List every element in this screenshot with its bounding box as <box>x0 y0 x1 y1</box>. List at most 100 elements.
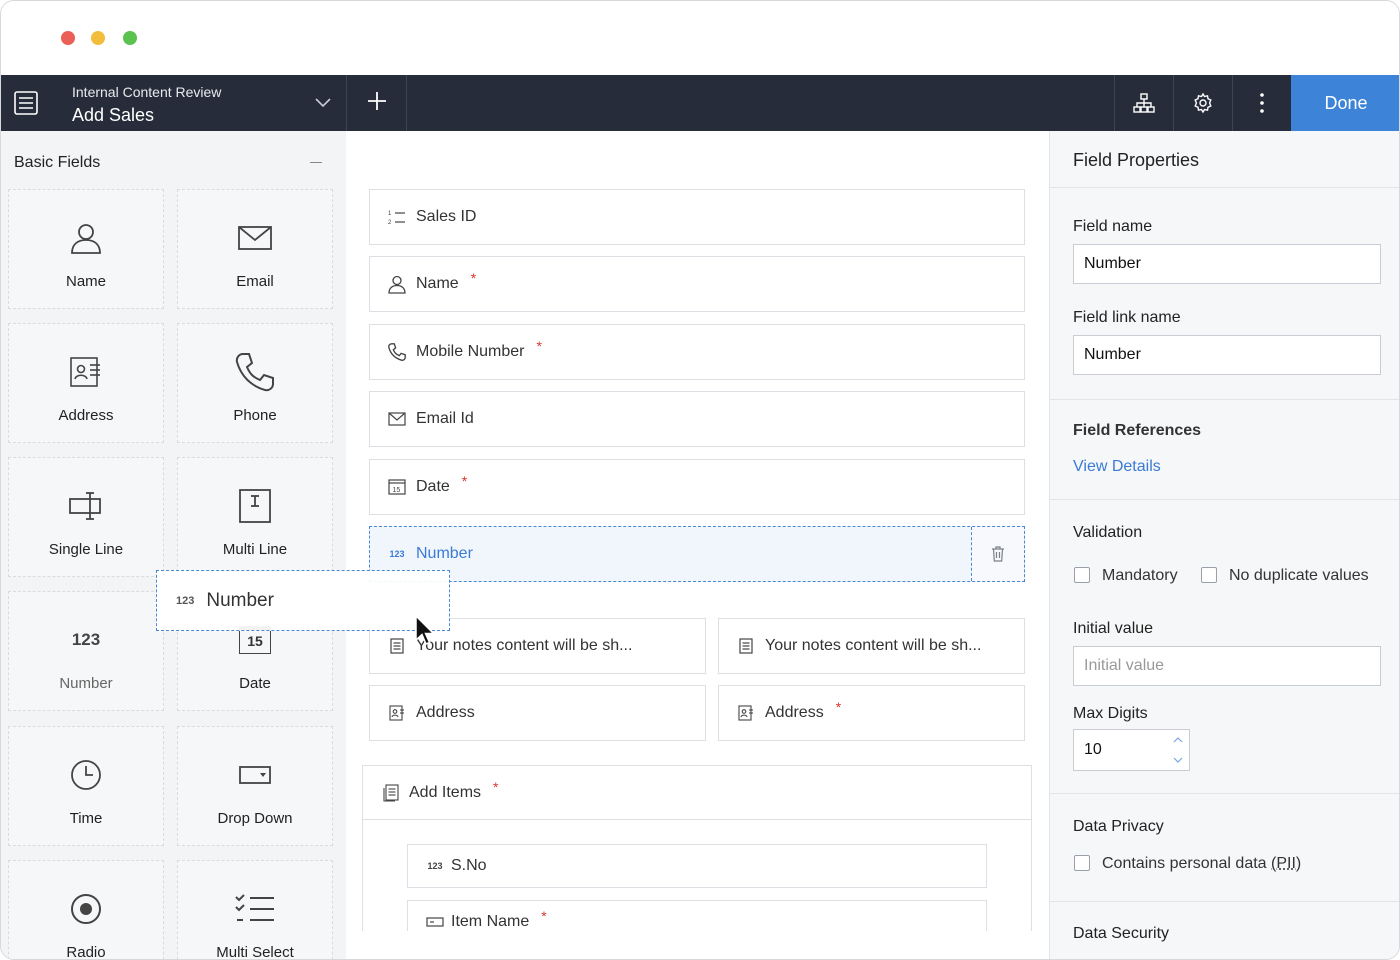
tile-address[interactable]: Address <box>8 323 164 443</box>
number-icon-text: 123 <box>427 861 443 871</box>
field-address-2[interactable]: Address * <box>718 685 1025 741</box>
data-security-label: Data Security <box>1073 925 1170 942</box>
tile-email[interactable]: Email <box>177 189 333 309</box>
svg-text:1: 1 <box>388 211 392 217</box>
field-link-name-input[interactable] <box>1073 335 1381 375</box>
mandatory-checkbox[interactable] <box>1074 567 1090 583</box>
chevron-down-icon[interactable] <box>314 93 332 111</box>
pii-label-text: Contains personal data <box>1102 855 1267 872</box>
no-duplicate-checkbox[interactable] <box>1201 567 1217 583</box>
number-icon-text: 123 <box>71 630 101 649</box>
field-mobile-number[interactable]: Mobile Number * <box>369 324 1025 380</box>
tile-multi-select[interactable]: Multi Select <box>177 860 333 959</box>
view-details-link[interactable]: View Details <box>1073 458 1161 476</box>
max-digits-stepper[interactable] <box>1073 729 1190 771</box>
toolbar-divider <box>346 75 347 131</box>
delete-field-button[interactable] <box>971 527 1024 581</box>
drag-ghost-number[interactable]: 123 Number <box>156 570 450 631</box>
required-marker: * <box>541 908 547 924</box>
clock-icon <box>9 755 163 795</box>
max-digits-label: Max Digits <box>1073 705 1148 722</box>
add-icon[interactable] <box>365 89 389 113</box>
trash-icon <box>992 546 1004 562</box>
chevron-up-icon[interactable] <box>1173 735 1183 745</box>
maximize-window-button[interactable] <box>123 31 137 45</box>
field-label: Item Name <box>451 913 530 930</box>
pii-abbr: (PII) <box>1271 855 1302 872</box>
list-numbered-icon: 12 <box>387 207 407 227</box>
top-toolbar: Internal Content Review Add Sales Done <box>1 75 1399 131</box>
subform-field-sno[interactable]: 123 S.No <box>407 844 987 888</box>
field-name-input[interactable] <box>1073 244 1381 284</box>
field-name-label: Field name <box>1073 218 1153 235</box>
subform-icon <box>381 783 401 803</box>
single-line-icon <box>9 486 163 526</box>
tile-time[interactable]: Time <box>8 726 164 846</box>
hierarchy-icon <box>1133 93 1155 113</box>
multi-line-icon <box>178 486 332 526</box>
basic-fields-panel: Basic Fields Name Email Address Phone Si… <box>1 131 346 959</box>
person-icon <box>9 218 163 258</box>
tile-label: Drop Down <box>217 810 293 827</box>
required-marker: * <box>536 338 542 354</box>
field-references-label: Field References <box>1073 422 1202 439</box>
tile-number[interactable]: 123 Number <box>8 591 164 711</box>
field-properties-title: Field Properties <box>1073 150 1200 170</box>
field-number-selected[interactable]: 123 Number <box>369 526 1025 582</box>
dropdown-icon <box>178 755 332 795</box>
validation-label: Validation <box>1073 524 1143 541</box>
tile-phone[interactable]: Phone <box>177 323 333 443</box>
divider <box>1050 187 1399 188</box>
divider <box>1050 901 1399 902</box>
subform-header: Add Items * <box>363 766 1031 820</box>
field-sales-id[interactable]: 12 Sales ID <box>369 189 1025 245</box>
tile-name[interactable]: Name <box>8 189 164 309</box>
form-icon[interactable] <box>13 90 39 116</box>
envelope-icon <box>387 409 407 429</box>
minimize-window-button[interactable] <box>91 31 105 45</box>
field-email-id[interactable]: Email Id <box>369 391 1025 447</box>
number-icon: 123 <box>387 544 407 564</box>
field-label: Sales ID <box>416 208 477 225</box>
form-structure-button[interactable] <box>1115 75 1173 131</box>
number-icon-text: 123 <box>389 549 405 559</box>
settings-button[interactable] <box>1174 75 1232 131</box>
field-note-2[interactable]: Your notes content will be sh... <box>718 618 1025 674</box>
svg-text:2: 2 <box>388 220 392 225</box>
chevron-down-icon[interactable] <box>1173 755 1183 765</box>
field-name[interactable]: Name * <box>369 256 1025 312</box>
calendar-icon: 15 <box>387 477 407 497</box>
field-label: Email Id <box>416 410 474 427</box>
close-window-button[interactable] <box>61 31 75 45</box>
tile-radio[interactable]: Radio <box>8 860 164 959</box>
pii-checkbox[interactable] <box>1074 855 1090 871</box>
collapse-icon[interactable] <box>310 162 322 163</box>
window-titlebar <box>1 1 1399 75</box>
svg-text:15: 15 <box>393 487 401 494</box>
tile-label: Phone <box>233 407 277 424</box>
field-properties-panel: Field Properties Field name Field link n… <box>1049 131 1399 959</box>
field-date[interactable]: 15 Date * <box>369 459 1025 515</box>
subform-add-items[interactable]: Add Items * 123 S.No Item Name * <box>362 765 1032 931</box>
field-address-1[interactable]: Address <box>369 685 706 741</box>
form-name: Add Sales <box>72 105 155 125</box>
required-marker: * <box>461 473 468 489</box>
max-digits-input[interactable] <box>1074 730 1168 770</box>
drag-ghost-label: Number <box>206 589 274 611</box>
divider <box>1050 399 1399 400</box>
required-marker: * <box>470 270 477 286</box>
tile-single-line[interactable]: Single Line <box>8 457 164 577</box>
more-vertical-icon <box>1260 93 1264 113</box>
field-label: Name <box>416 275 459 292</box>
subform-field-item-name[interactable]: Item Name * <box>407 900 987 931</box>
address-card-icon <box>9 352 163 392</box>
more-options-button[interactable] <box>1233 75 1291 131</box>
tile-drop-down[interactable]: Drop Down <box>177 726 333 846</box>
initial-value-input[interactable] <box>1073 646 1381 686</box>
tile-multi-line[interactable]: Multi Line <box>177 457 333 577</box>
pii-label: Contains personal data (PII) <box>1102 855 1301 873</box>
tile-label: Number <box>59 675 113 692</box>
required-marker: * <box>835 699 842 715</box>
number-icon: 123 <box>425 856 445 876</box>
done-button[interactable]: Done <box>1291 75 1399 131</box>
